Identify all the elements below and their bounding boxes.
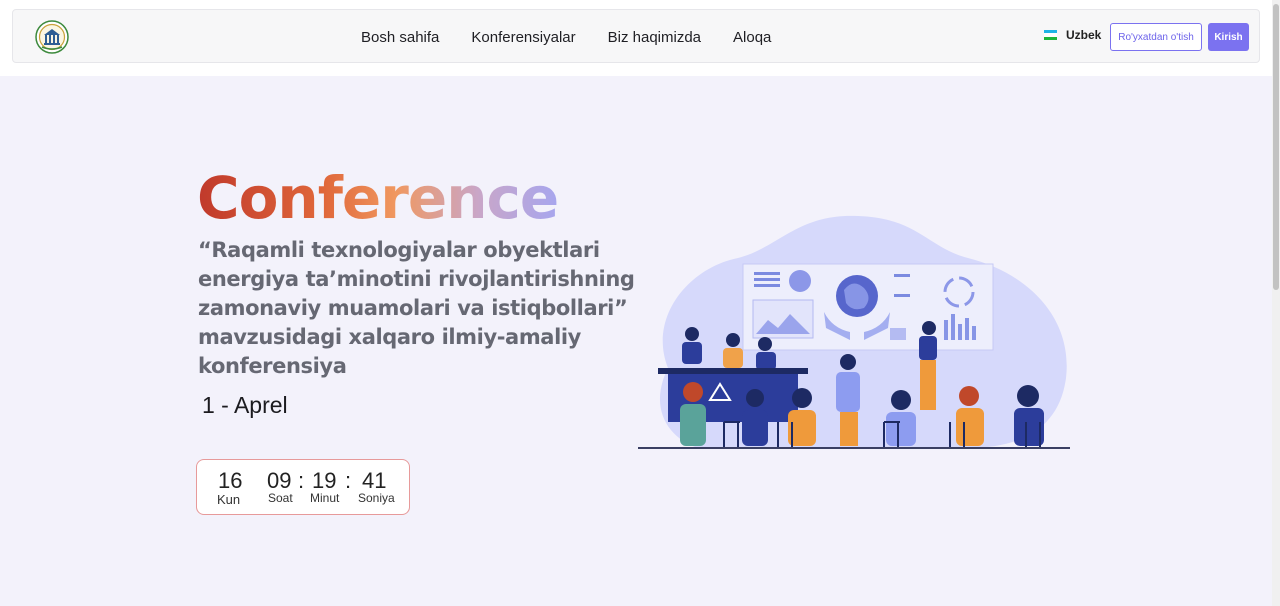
nav-link-home[interactable]: Bosh sahifa	[361, 29, 439, 46]
conference-subtitle: “Raqamli texnologiyalar obyektlari energ…	[198, 236, 638, 381]
subtitle-line: “Raqamli texnologiyalar obyektlari	[198, 238, 600, 262]
nav-link-about[interactable]: Biz haqimizda	[608, 29, 701, 46]
nav-link-conferences[interactable]: Konferensiyalar	[471, 29, 575, 46]
main-nav: Bosh sahifa Konferensiyalar Biz haqimizd…	[361, 10, 803, 64]
subtitle-line: energiya ta’minotini rivojlantirishning	[198, 267, 635, 291]
countdown-days: 16	[218, 468, 243, 493]
university-logo-icon[interactable]	[35, 20, 69, 54]
countdown-minutes-label: Minut	[310, 491, 340, 505]
conference-date: 1 - Aprel	[202, 392, 288, 418]
countdown-separator: :	[345, 468, 352, 493]
language-selector[interactable]: Uzbek	[1044, 28, 1101, 42]
scrollbar-thumb[interactable]	[1273, 4, 1279, 290]
hero-title: Conference	[197, 164, 559, 232]
subtitle-line: mavzusidagi xalqaro ilmiy-amaliy	[198, 325, 581, 349]
navbar: Bosh sahifa Konferensiyalar Biz haqimizd…	[12, 9, 1260, 63]
subtitle-line: zamonaviy muamolari va istiqbollari”	[198, 296, 628, 320]
countdown-separator: :	[298, 468, 305, 493]
register-button[interactable]: Ro'yxatdan o'tish	[1110, 23, 1202, 51]
uzbekistan-flag-icon	[1044, 30, 1057, 40]
countdown-hours-label: Soat	[268, 491, 293, 505]
login-button[interactable]: Kirish	[1208, 23, 1249, 51]
countdown-seconds-label: Soniya	[358, 491, 395, 505]
countdown-days-label: Kun	[217, 492, 241, 507]
language-label: Uzbek	[1066, 28, 1102, 42]
conference-illustration	[628, 208, 1078, 458]
nav-link-contact[interactable]: Aloqa	[733, 29, 771, 46]
countdown-timer: 16 Kun 09 : Soat 19 : Minut 41 Soniya	[196, 459, 410, 515]
subtitle-line: konferensiya	[198, 354, 347, 378]
